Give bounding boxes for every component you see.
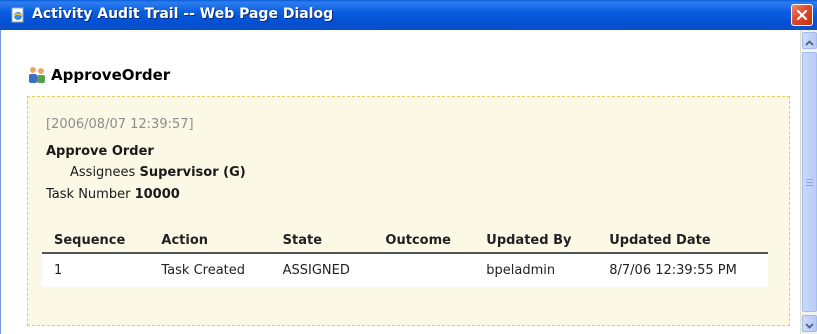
window-title: Activity Audit Trail -- Web Page Dialog: [32, 6, 334, 22]
cell-state: ASSIGNED: [270, 253, 374, 287]
scroll-up-button[interactable]: [802, 32, 817, 49]
title-bar[interactable]: Activity Audit Trail -- Web Page Dialog: [0, 0, 817, 30]
grip-line: [806, 179, 813, 180]
grip-line: [806, 182, 813, 183]
col-sequence: Sequence: [42, 229, 150, 254]
vertical-scrollbar[interactable]: [800, 30, 817, 334]
activity-panel: [2006/08/07 12:39:57] Approve Order Assi…: [27, 96, 790, 326]
close-button[interactable]: [791, 4, 813, 26]
chevron-up-icon: [805, 31, 814, 50]
grip-line: [806, 185, 813, 186]
cell-updated-date: 8/7/06 12:39:55 PM: [597, 253, 768, 287]
task-number-value: 10000: [134, 187, 180, 202]
col-action: Action: [149, 229, 271, 254]
chevron-down-icon: [805, 314, 814, 333]
task-number: Task Number 10000: [46, 187, 180, 202]
task-title: ApproveOrder: [51, 66, 171, 84]
activity-name: Approve Order: [46, 144, 154, 159]
cell-sequence: 1: [42, 253, 150, 287]
close-icon: [796, 6, 808, 25]
assignees-label: Assignees: [70, 165, 136, 180]
audit-table: Sequence Action State Outcome Updated By…: [42, 229, 768, 287]
users-task-icon: [27, 65, 47, 85]
col-state: State: [270, 229, 374, 254]
ie-page-icon: [10, 7, 26, 23]
cell-action: Task Created: [149, 253, 271, 287]
col-updated-date: Updated Date: [597, 229, 768, 254]
assignees: Assignees Supervisor (G): [70, 165, 246, 180]
scroll-down-button[interactable]: [802, 315, 817, 332]
cell-outcome: [373, 253, 475, 287]
scroll-thumb[interactable]: [802, 52, 817, 312]
col-outcome: Outcome: [373, 229, 475, 254]
task-number-label: Task Number: [46, 187, 131, 202]
activity-timestamp: [2006/08/07 12:39:57]: [46, 117, 194, 132]
task-header: ApproveOrder: [27, 65, 170, 85]
cell-updated-by: bpeladmin: [474, 253, 598, 287]
col-updated-by: Updated By: [474, 229, 598, 254]
dialog-content: ApproveOrder [2006/08/07 12:39:57] Appro…: [0, 30, 800, 334]
table-row: 1 Task Created ASSIGNED bpeladmin 8/7/06…: [42, 253, 768, 287]
table-header-row: Sequence Action State Outcome Updated By…: [42, 229, 768, 254]
assignees-value: Supervisor (G): [139, 165, 246, 180]
